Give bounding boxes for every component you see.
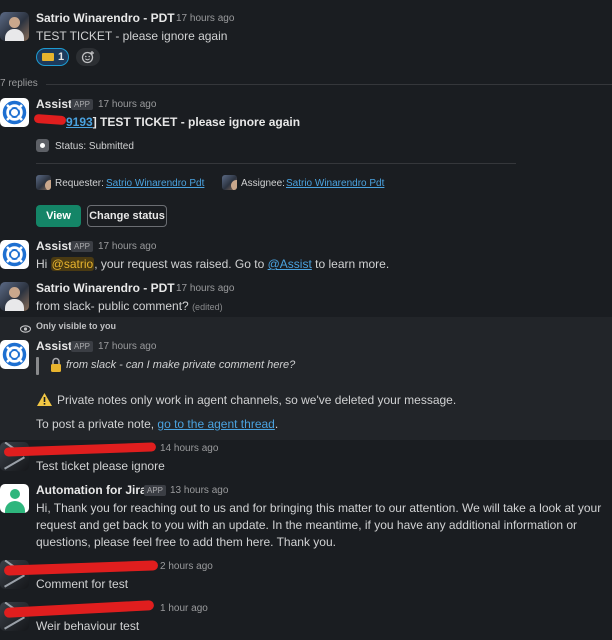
status-dot-icon (36, 139, 49, 152)
timestamp[interactable]: 2 hours ago (160, 561, 213, 572)
message-line-2: request and get back to you with an upda… (36, 518, 578, 532)
message-text: Comment for test (36, 577, 129, 591)
author-name[interactable]: Assist (36, 97, 72, 111)
requester-label: Requester: (55, 178, 104, 189)
timestamp[interactable]: 17 hours ago (98, 241, 156, 252)
add-emoji-icon (81, 51, 94, 64)
message-text: Hi @satrio, your request was raised. Go … (36, 257, 390, 271)
eye-icon (19, 322, 32, 336)
app-badge: APP (71, 341, 94, 352)
quote-bar (36, 357, 39, 375)
app-badge: APP (71, 241, 94, 252)
visibility-note: Only visible to you (36, 321, 117, 331)
agent-thread-link[interactable]: go to the agent thread (157, 417, 274, 431)
message-text: from slack- public comment? (edited) (36, 299, 223, 313)
author-name[interactable]: Satrio Winarendro - PDT (36, 11, 175, 25)
assignee-link[interactable]: Satrio Winarendro Pdt (286, 178, 384, 189)
ticket-id-link[interactable]: 9193 (66, 115, 93, 129)
timestamp[interactable]: 17 hours ago (98, 99, 156, 110)
message-text: Test ticket please ignore (36, 459, 165, 473)
author-name[interactable]: Satrio Winarendro - PDT (36, 281, 175, 295)
message-text: Weir behaviour test (36, 619, 140, 633)
message-text: TEST TICKET - please ignore again (36, 29, 228, 43)
add-reaction-button[interactable] (76, 48, 100, 66)
warning-icon (36, 392, 53, 410)
lifebuoy-icon (2, 342, 27, 367)
user-avatar[interactable] (0, 12, 29, 41)
view-button[interactable]: View (36, 205, 81, 227)
message-line-1: Hi, Thank you for reaching out to us and… (36, 501, 602, 515)
edited-label: (edited) (192, 302, 223, 312)
replies-divider (46, 84, 612, 85)
reaction-ticket[interactable]: 1 (36, 48, 69, 66)
card-divider (36, 163, 516, 164)
quoted-text: from slack - can I make private comment … (66, 359, 296, 371)
author-name[interactable]: Automation for Jira (36, 483, 147, 497)
replies-count[interactable]: 7 replies (0, 78, 38, 89)
private-note-text: To post a private note, go to the agent … (36, 417, 279, 431)
lifebuoy-icon (2, 242, 27, 267)
timestamp[interactable]: 14 hours ago (160, 443, 218, 454)
lifebuoy-icon (2, 100, 27, 125)
timestamp[interactable]: 13 hours ago (170, 485, 228, 496)
assist-link[interactable]: @Assist (268, 257, 312, 271)
lock-icon (50, 357, 62, 376)
change-status-button[interactable]: Change status (87, 205, 167, 227)
assist-avatar[interactable] (0, 240, 29, 269)
ticket-title: 9193] TEST TICKET - please ignore again (66, 115, 301, 129)
author-name[interactable]: Assist (36, 339, 72, 353)
app-badge: APP (144, 485, 167, 496)
reaction-count: 1 (58, 51, 65, 63)
assignee-avatar (222, 175, 237, 190)
jira-automation-avatar[interactable] (0, 484, 29, 513)
timestamp[interactable]: 17 hours ago (98, 341, 156, 352)
user-avatar[interactable] (0, 282, 29, 311)
requester-link[interactable]: Satrio Winarendro Pdt (106, 178, 204, 189)
app-badge: APP (71, 99, 94, 110)
timestamp[interactable]: 17 hours ago (176, 283, 234, 294)
timestamp[interactable]: 1 hour ago (160, 603, 208, 614)
user-mention[interactable]: @satrio (50, 257, 95, 271)
warning-text: Private notes only work in agent channel… (57, 393, 457, 407)
author-name[interactable]: Assist (36, 239, 72, 253)
ticket-status: Status: Submitted (55, 141, 134, 152)
message-line-3: questions, please feel free to add them … (36, 535, 336, 549)
timestamp[interactable]: 17 hours ago (176, 13, 234, 24)
assignee-label: Assignee: (241, 178, 285, 189)
assist-avatar[interactable] (0, 340, 29, 369)
ticket-icon (42, 53, 54, 61)
assist-avatar[interactable] (0, 98, 29, 127)
requester-avatar (36, 175, 51, 190)
